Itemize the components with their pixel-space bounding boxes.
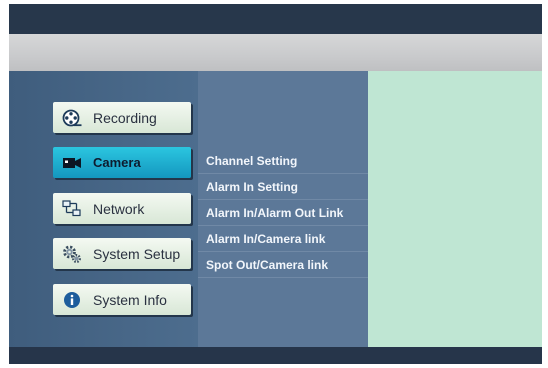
submenu-item-channel-setting[interactable]: Channel Setting	[198, 149, 368, 174]
camera-submenu-panel: Channel Setting Alarm In Setting Alarm I…	[198, 71, 368, 347]
menu-button-network[interactable]: Network	[53, 193, 191, 224]
preview-panel	[368, 71, 542, 347]
gear-icon	[62, 244, 82, 264]
menu-button-label: System Info	[93, 291, 167, 308]
submenu-item-spot-out-camera-link[interactable]: Spot Out/Camera link	[198, 253, 368, 278]
camera-icon	[62, 153, 82, 173]
network-icon	[62, 199, 82, 219]
menu-button-label: Network	[93, 200, 145, 217]
film-reel-icon	[62, 108, 82, 128]
menu-button-label: Recording	[93, 109, 157, 126]
submenu-item-alarm-in-camera-link[interactable]: Alarm In/Camera link	[198, 227, 368, 252]
submenu-item-alarm-in-setting[interactable]: Alarm In Setting	[198, 175, 368, 200]
menu-button-system-info[interactable]: System Info	[53, 284, 191, 315]
title-bar	[9, 34, 542, 71]
menu-button-camera[interactable]: Camera	[53, 147, 191, 178]
bottom-bar	[9, 347, 542, 364]
main-menu-panel: Recording Camera Network System Setup Sy…	[9, 71, 198, 347]
menu-button-label: System Setup	[93, 245, 181, 262]
info-icon	[62, 290, 82, 310]
dvr-screen: Recording Camera Network System Setup Sy…	[9, 4, 542, 364]
submenu-item-alarm-in-alarm-out-link[interactable]: Alarm In/Alarm Out Link	[198, 201, 368, 226]
menu-button-label: Camera	[93, 155, 141, 170]
menu-button-system-setup[interactable]: System Setup	[53, 238, 191, 269]
menu-button-recording[interactable]: Recording	[53, 102, 191, 133]
